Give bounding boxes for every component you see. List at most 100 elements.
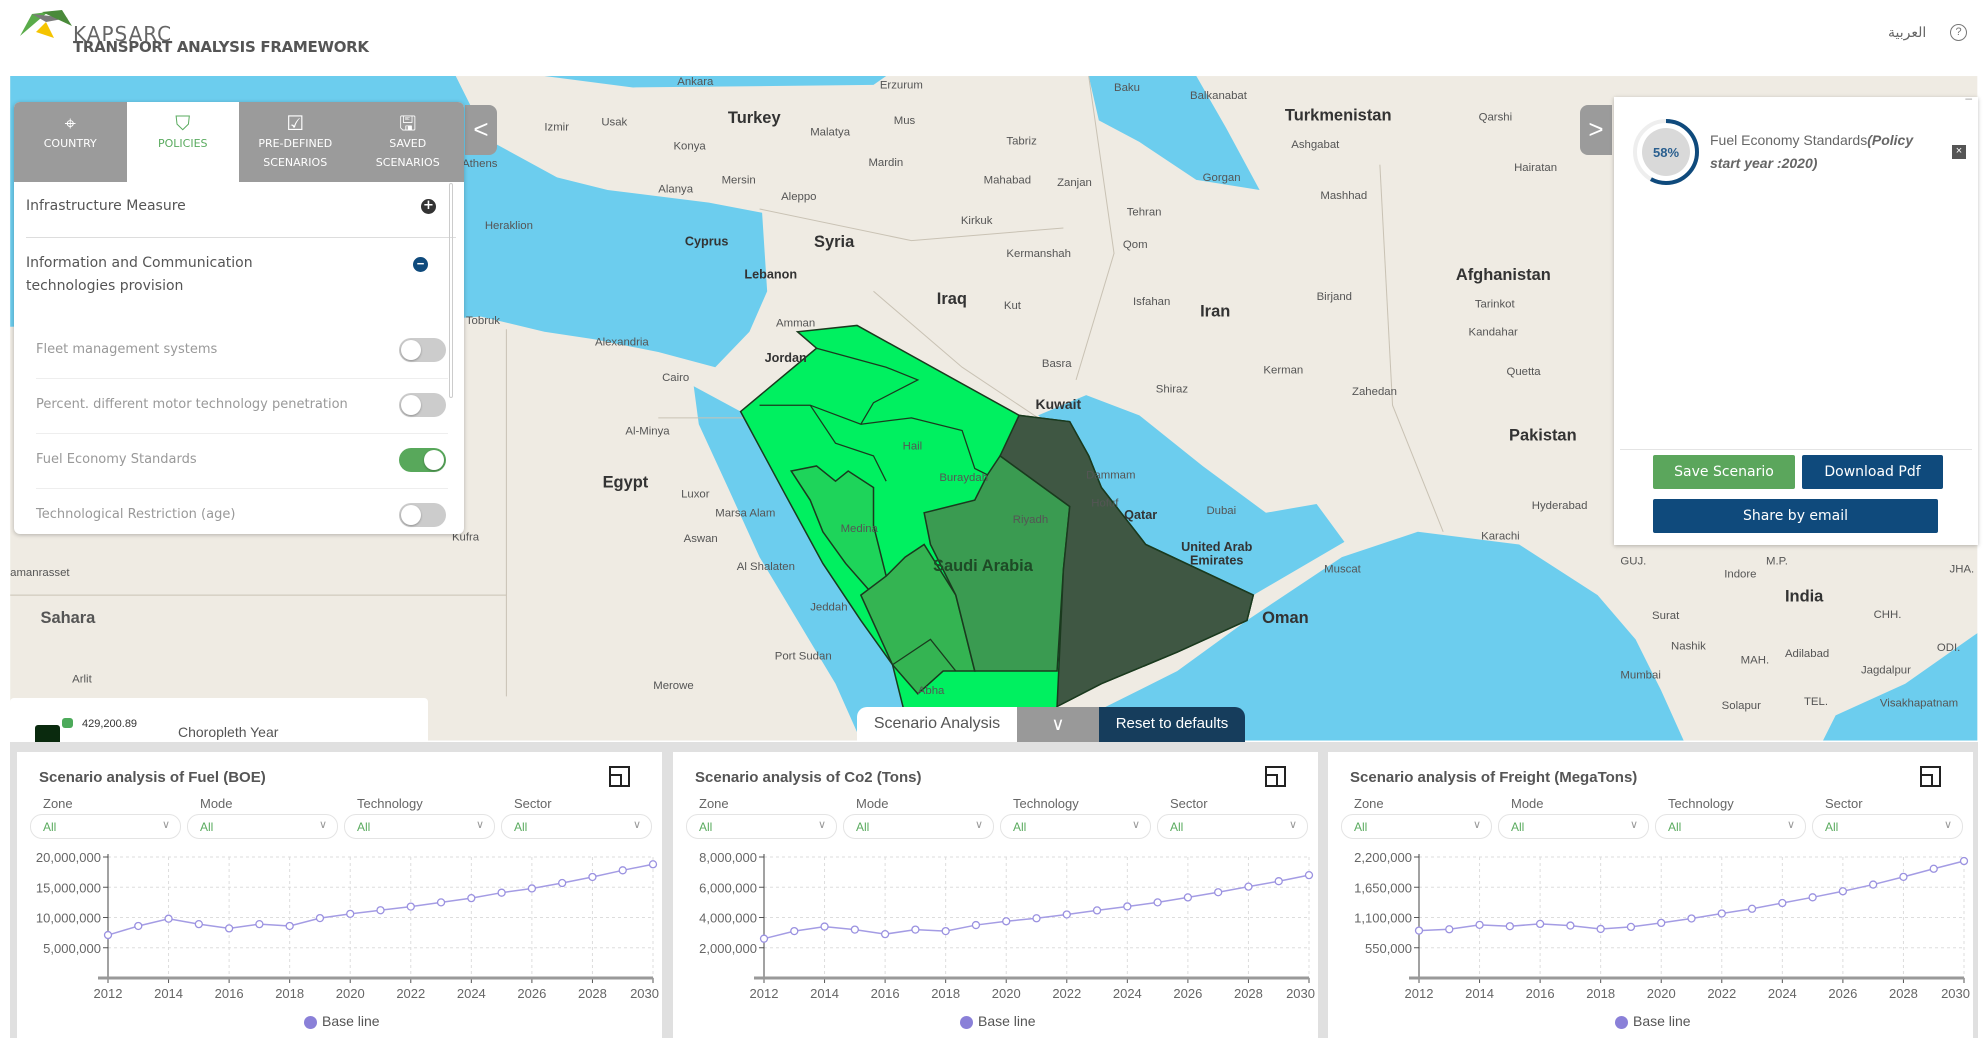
data-point[interactable] [1092, 906, 1102, 915]
data-point[interactable] [1596, 924, 1605, 934]
city-label: Amman [776, 318, 815, 330]
data-point[interactable] [558, 878, 567, 888]
data-point[interactable] [1505, 922, 1514, 931]
data-point[interactable] [759, 934, 769, 943]
share-by-email-button[interactable]: Share by email [1653, 499, 1938, 533]
data-point[interactable] [1244, 882, 1253, 891]
city-label: Solapur [1722, 700, 1761, 712]
data-point[interactable] [376, 906, 385, 915]
tab-country[interactable]: ⌖ COUNTRY [14, 102, 127, 182]
data-point[interactable] [1475, 920, 1484, 930]
data-point[interactable] [1304, 871, 1314, 880]
data-point[interactable] [1002, 917, 1011, 926]
data-point[interactable] [971, 920, 981, 930]
language-switch[interactable]: العربية [1888, 24, 1926, 41]
save-scenario-button[interactable]: Save Scenario [1653, 455, 1795, 489]
data-point[interactable] [1657, 918, 1666, 928]
tab-saved-scenarios[interactable]: 🖫 SAVED SCENARIOS [352, 102, 465, 182]
data-point[interactable] [1032, 914, 1041, 923]
city-label: Mahabad [984, 175, 1031, 187]
data-point[interactable] [103, 930, 113, 940]
data-point[interactable] [648, 860, 658, 869]
minimize-icon[interactable]: – [1965, 91, 1972, 105]
data-point[interactable] [1414, 926, 1424, 935]
city-label: Kerman [1263, 365, 1303, 377]
tab-pre-defined-scenarios[interactable]: ☑ PRE-DEFINED SCENARIOS [239, 102, 352, 182]
data-point[interactable] [1214, 888, 1223, 897]
data-point[interactable] [1445, 925, 1454, 934]
city-label: Usak [601, 116, 627, 128]
section-title: Infrastructure Measure [26, 198, 186, 214]
data-point[interactable] [588, 872, 597, 882]
data-point[interactable] [1869, 880, 1878, 889]
data-point[interactable] [467, 893, 476, 903]
data-point[interactable] [1566, 921, 1575, 930]
x-tick-label: 2016 [1526, 986, 1555, 1001]
data-point[interactable] [1123, 902, 1132, 911]
expand-right-panel-button[interactable]: > [1580, 105, 1612, 155]
data-point[interactable] [1808, 893, 1817, 902]
reset-to-defaults-button[interactable]: Reset to defaults [1099, 707, 1245, 742]
line-chart: 2012 2014 2016 2018 2020 2022 2024 2026 2028 2030… [1354, 850, 1970, 1001]
data-point[interactable] [1929, 864, 1938, 873]
data-point[interactable] [941, 926, 950, 936]
policy-label: Percent. different motor technology pene… [36, 397, 348, 412]
data-point[interactable] [880, 929, 890, 939]
city-label: Medina [841, 523, 879, 535]
data-point[interactable] [1778, 898, 1787, 908]
section-infrastructure-measure[interactable]: Infrastructure Measure + [26, 195, 456, 238]
city-label: Konya [673, 140, 706, 152]
collapse-left-panel-button[interactable]: < [465, 105, 497, 155]
y-tick-label: 20,000,000 [36, 850, 101, 865]
data-point[interactable] [1687, 914, 1696, 923]
data-point[interactable] [1747, 904, 1757, 913]
data-point[interactable] [911, 925, 920, 934]
toggle-fuel-economy[interactable] [399, 448, 446, 472]
section-ict-provision[interactable]: Information and Communication technologi… [26, 252, 326, 298]
data-point[interactable] [406, 902, 415, 911]
scrollbar[interactable] [449, 183, 453, 398]
data-point[interactable] [285, 921, 294, 931]
plus-circle-icon[interactable]: + [421, 199, 436, 214]
city-label: Kirkuk [961, 215, 993, 227]
data-point[interactable] [1535, 919, 1545, 929]
data-point[interactable] [1959, 856, 1969, 866]
scenario-summary-panel: 58% Fuel Economy Standards(Policy start … [1614, 91, 1978, 545]
data-point[interactable] [1183, 893, 1193, 902]
data-point[interactable] [436, 898, 446, 907]
data-point[interactable] [164, 914, 173, 923]
city-label: Kermanshah [1006, 248, 1070, 260]
scenario-analysis-tab[interactable]: Scenario Analysis [857, 707, 1017, 742]
toggle-fleet-management[interactable] [399, 338, 446, 362]
tab-policies[interactable]: ⛉ POLICIES [126, 102, 239, 182]
download-pdf-button[interactable]: Download Pdf [1802, 455, 1943, 489]
data-point[interactable] [1899, 872, 1908, 882]
data-point[interactable] [527, 884, 537, 893]
data-point[interactable] [1626, 922, 1636, 932]
minus-circle-icon[interactable]: − [413, 257, 428, 272]
data-point[interactable] [346, 909, 355, 919]
data-point[interactable] [850, 925, 859, 934]
data-point[interactable] [790, 926, 799, 936]
data-point[interactable] [255, 920, 264, 929]
chevron-down-icon[interactable]: ∨ [1017, 707, 1099, 742]
toggle-technological-restriction[interactable] [399, 503, 446, 527]
data-point[interactable] [1838, 887, 1848, 896]
data-point[interactable] [1274, 877, 1283, 886]
help-icon[interactable]: ? [1950, 24, 1967, 41]
tab-label: SCENARIOS [375, 156, 440, 169]
data-point[interactable] [315, 913, 325, 923]
data-point[interactable] [618, 866, 627, 875]
data-point[interactable] [224, 924, 234, 933]
toggle-motor-technology[interactable] [399, 393, 446, 417]
remove-policy-icon[interactable]: × [1952, 145, 1966, 159]
data-point[interactable] [1062, 910, 1071, 919]
data-point[interactable] [194, 920, 203, 929]
data-point[interactable] [1717, 909, 1726, 918]
data-point[interactable] [1153, 898, 1162, 907]
data-point[interactable] [497, 888, 506, 897]
data-point[interactable] [134, 921, 143, 931]
data-point[interactable] [820, 922, 829, 931]
label: United Arab [1181, 540, 1252, 554]
x-tick-label: 2016 [215, 986, 244, 1001]
